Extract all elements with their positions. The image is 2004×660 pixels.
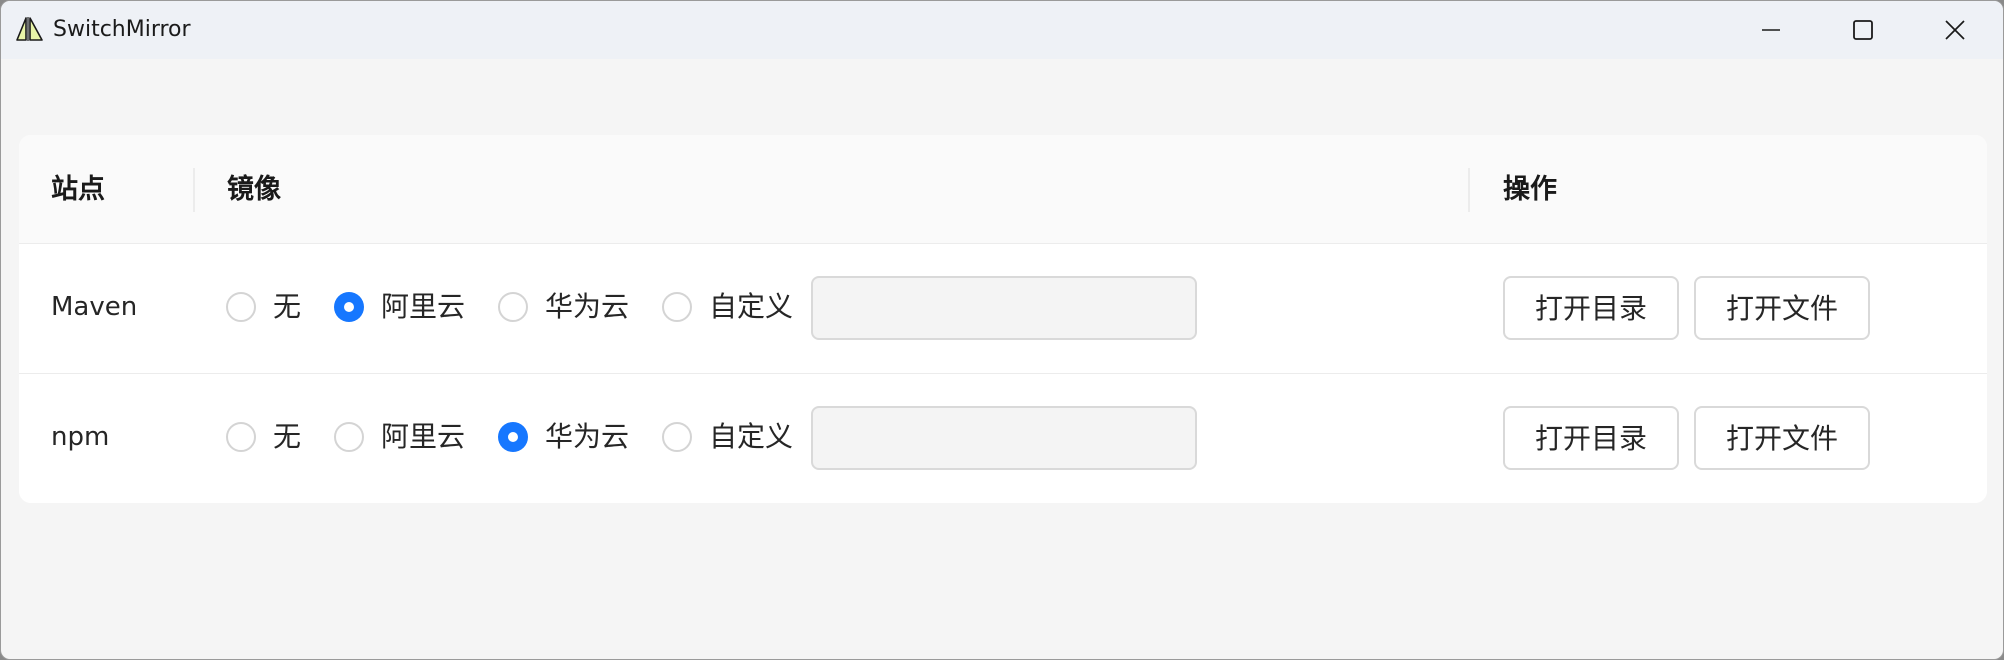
app-logo-icon xyxy=(16,17,43,41)
open-directory-button[interactable]: 打开目录 xyxy=(1503,276,1679,340)
radio-custom[interactable] xyxy=(662,292,692,322)
column-divider xyxy=(193,168,195,212)
maximize-icon xyxy=(1853,20,1873,40)
open-directory-button[interactable]: 打开目录 xyxy=(1503,406,1679,470)
open-file-button[interactable]: 打开文件 xyxy=(1694,276,1870,340)
radio-none[interactable] xyxy=(226,292,256,322)
radio-label-aliyun[interactable]: 阿里云 xyxy=(381,289,465,325)
radio-label-custom[interactable]: 自定义 xyxy=(709,289,793,325)
maximize-button[interactable] xyxy=(1817,1,1909,59)
radio-label-none[interactable]: 无 xyxy=(273,419,301,455)
title-bar[interactable]: SwitchMirror xyxy=(1,1,2003,59)
radio-aliyun[interactable] xyxy=(334,422,364,452)
radio-label-custom[interactable]: 自定义 xyxy=(709,419,793,455)
radio-label-huawei[interactable]: 华为云 xyxy=(545,419,629,455)
table-header: 站点 镜像 操作 xyxy=(19,135,1987,244)
radio-label-huawei[interactable]: 华为云 xyxy=(545,289,629,325)
open-file-button[interactable]: 打开文件 xyxy=(1694,406,1870,470)
mirror-table: 站点 镜像 操作 Maven 无 阿里云 华为云 自定义 打开目录 打开文件 n… xyxy=(19,135,1987,503)
minimize-button[interactable] xyxy=(1725,1,1817,59)
site-name: npm xyxy=(51,422,110,452)
window-title: SwitchMirror xyxy=(53,17,191,42)
column-divider xyxy=(1468,168,1470,212)
close-button[interactable] xyxy=(1909,1,2001,59)
radio-label-aliyun[interactable]: 阿里云 xyxy=(381,419,465,455)
table-row-maven: Maven 无 阿里云 华为云 自定义 打开目录 打开文件 xyxy=(19,244,1987,374)
minimize-icon xyxy=(1762,29,1780,31)
radio-custom[interactable] xyxy=(662,422,692,452)
custom-mirror-input[interactable] xyxy=(811,406,1197,470)
radio-none[interactable] xyxy=(226,422,256,452)
header-action: 操作 xyxy=(1503,174,1557,205)
radio-label-none[interactable]: 无 xyxy=(273,289,301,325)
radio-aliyun[interactable] xyxy=(334,292,364,322)
custom-mirror-input[interactable] xyxy=(811,276,1197,340)
app-window: SwitchMirror 站点 镜像 操作 Maven 无 阿里云 华为云 自定… xyxy=(0,0,2004,660)
radio-huawei[interactable] xyxy=(498,422,528,452)
table-row-npm: npm 无 阿里云 华为云 自定义 打开目录 打开文件 xyxy=(19,374,1987,503)
site-name: Maven xyxy=(51,292,138,322)
header-mirror: 镜像 xyxy=(227,174,281,205)
radio-huawei[interactable] xyxy=(498,292,528,322)
header-site: 站点 xyxy=(51,174,105,205)
close-icon xyxy=(1945,20,1965,40)
